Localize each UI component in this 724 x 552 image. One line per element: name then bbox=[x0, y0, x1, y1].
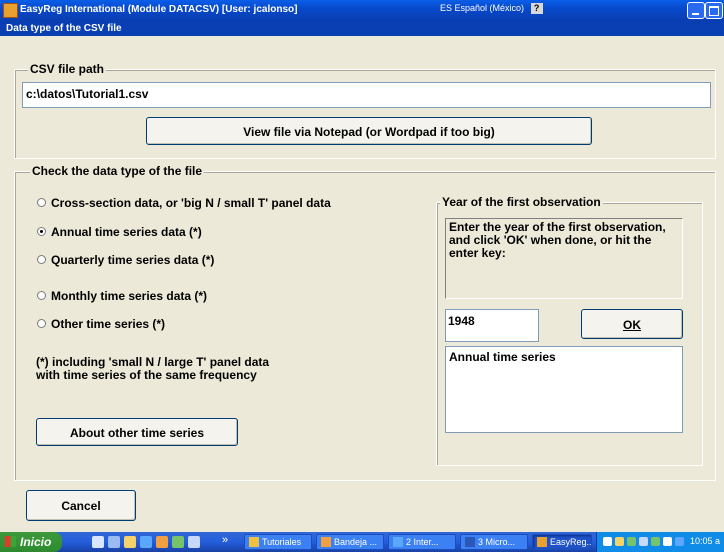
window-title-bar[interactable]: EasyReg International (Module DATACSV) [… bbox=[0, 0, 724, 20]
system-tray: 10:05 a bbox=[596, 532, 724, 552]
app-icon bbox=[3, 3, 18, 18]
year-instructions: Enter the year of the first observation,… bbox=[445, 218, 683, 299]
windows-logo-icon bbox=[5, 536, 16, 547]
task-word[interactable]: 3 Micro... bbox=[460, 534, 528, 550]
ie-icon bbox=[393, 537, 403, 547]
quicklaunch-ie-icon[interactable] bbox=[140, 536, 152, 548]
tray-icon-2[interactable] bbox=[627, 537, 636, 546]
quicklaunch-overflow-icon[interactable]: » bbox=[222, 534, 228, 546]
task-tutoriales[interactable]: Tutoriales bbox=[244, 534, 312, 550]
help-icon[interactable]: ? bbox=[530, 3, 543, 14]
task-easyreg[interactable]: EasyReg... bbox=[532, 534, 592, 550]
csv-path-field[interactable]: c:\datos\Tutorial1.csv bbox=[22, 82, 711, 108]
maximize-button[interactable] bbox=[705, 2, 723, 19]
view-file-button[interactable]: View file via Notepad (or Wordpad if too… bbox=[146, 117, 592, 145]
folder-icon bbox=[249, 537, 259, 547]
radio-quarterly[interactable] bbox=[37, 255, 46, 265]
data-type-legend: Check the data type of the file bbox=[30, 164, 205, 178]
ok-button[interactable]: OK bbox=[581, 309, 683, 339]
option-cross-section[interactable]: Cross-section data, or 'big N / small T'… bbox=[37, 196, 331, 210]
language-bar[interactable]: ES Español (México) ? bbox=[440, 3, 543, 14]
option-annual[interactable]: Annual time series data (*) bbox=[37, 225, 202, 239]
year-legend: Year of the first observation bbox=[440, 195, 603, 209]
tray-arrow-icon[interactable] bbox=[603, 537, 612, 546]
window-title: EasyReg International (Module DATACSV) [… bbox=[20, 4, 298, 15]
task-bandeja[interactable]: Bandeja ... bbox=[316, 534, 384, 550]
dialog-title-bar: Data type of the CSV file bbox=[0, 20, 724, 36]
quicklaunch-desktop-icon[interactable] bbox=[92, 536, 104, 548]
quicklaunch-folder-icon[interactable] bbox=[124, 536, 136, 548]
word-icon bbox=[465, 537, 475, 547]
footnote: (*) including 'small N / large T' panel … bbox=[36, 355, 270, 382]
cancel-button[interactable]: Cancel bbox=[26, 490, 136, 521]
radio-annual[interactable] bbox=[37, 227, 46, 237]
minimize-button[interactable] bbox=[687, 2, 705, 19]
task-internet[interactable]: 2 Inter... bbox=[388, 534, 456, 550]
clock: 10:05 a bbox=[690, 536, 721, 546]
radio-monthly[interactable] bbox=[37, 291, 46, 301]
option-other[interactable]: Other time series (*) bbox=[37, 317, 165, 331]
mail-icon bbox=[321, 537, 331, 547]
result-box: Annual time series bbox=[445, 346, 683, 433]
language-indicator[interactable]: ES Español (México) bbox=[440, 3, 524, 13]
tray-icon-3[interactable] bbox=[639, 537, 648, 546]
radio-other[interactable] bbox=[37, 319, 46, 329]
tray-icon-1[interactable] bbox=[615, 537, 624, 546]
quicklaunch-app-icon[interactable] bbox=[172, 536, 184, 548]
dialog-title: Data type of the CSV file bbox=[6, 23, 122, 34]
easyreg-icon bbox=[537, 537, 547, 547]
taskbar: Inicio » Tutoriales Bandeja ... 2 Inter.… bbox=[0, 532, 724, 552]
quicklaunch-ie2-icon[interactable] bbox=[188, 536, 200, 548]
radio-cross-section[interactable] bbox=[37, 198, 46, 208]
quicklaunch-explorer-icon[interactable] bbox=[108, 536, 120, 548]
option-quarterly[interactable]: Quarterly time series data (*) bbox=[37, 253, 214, 267]
start-button[interactable]: Inicio bbox=[0, 532, 62, 552]
about-other-time-series-button[interactable]: About other time series bbox=[36, 418, 238, 446]
csv-path-legend: CSV file path bbox=[28, 62, 107, 76]
quicklaunch-outlook-icon[interactable] bbox=[156, 536, 168, 548]
tray-icon-4[interactable] bbox=[675, 537, 684, 546]
tray-network-icon[interactable] bbox=[651, 537, 660, 546]
year-input[interactable]: 1948 bbox=[445, 309, 539, 342]
tray-volume-icon[interactable] bbox=[663, 537, 672, 546]
option-monthly[interactable]: Monthly time series data (*) bbox=[37, 289, 207, 303]
